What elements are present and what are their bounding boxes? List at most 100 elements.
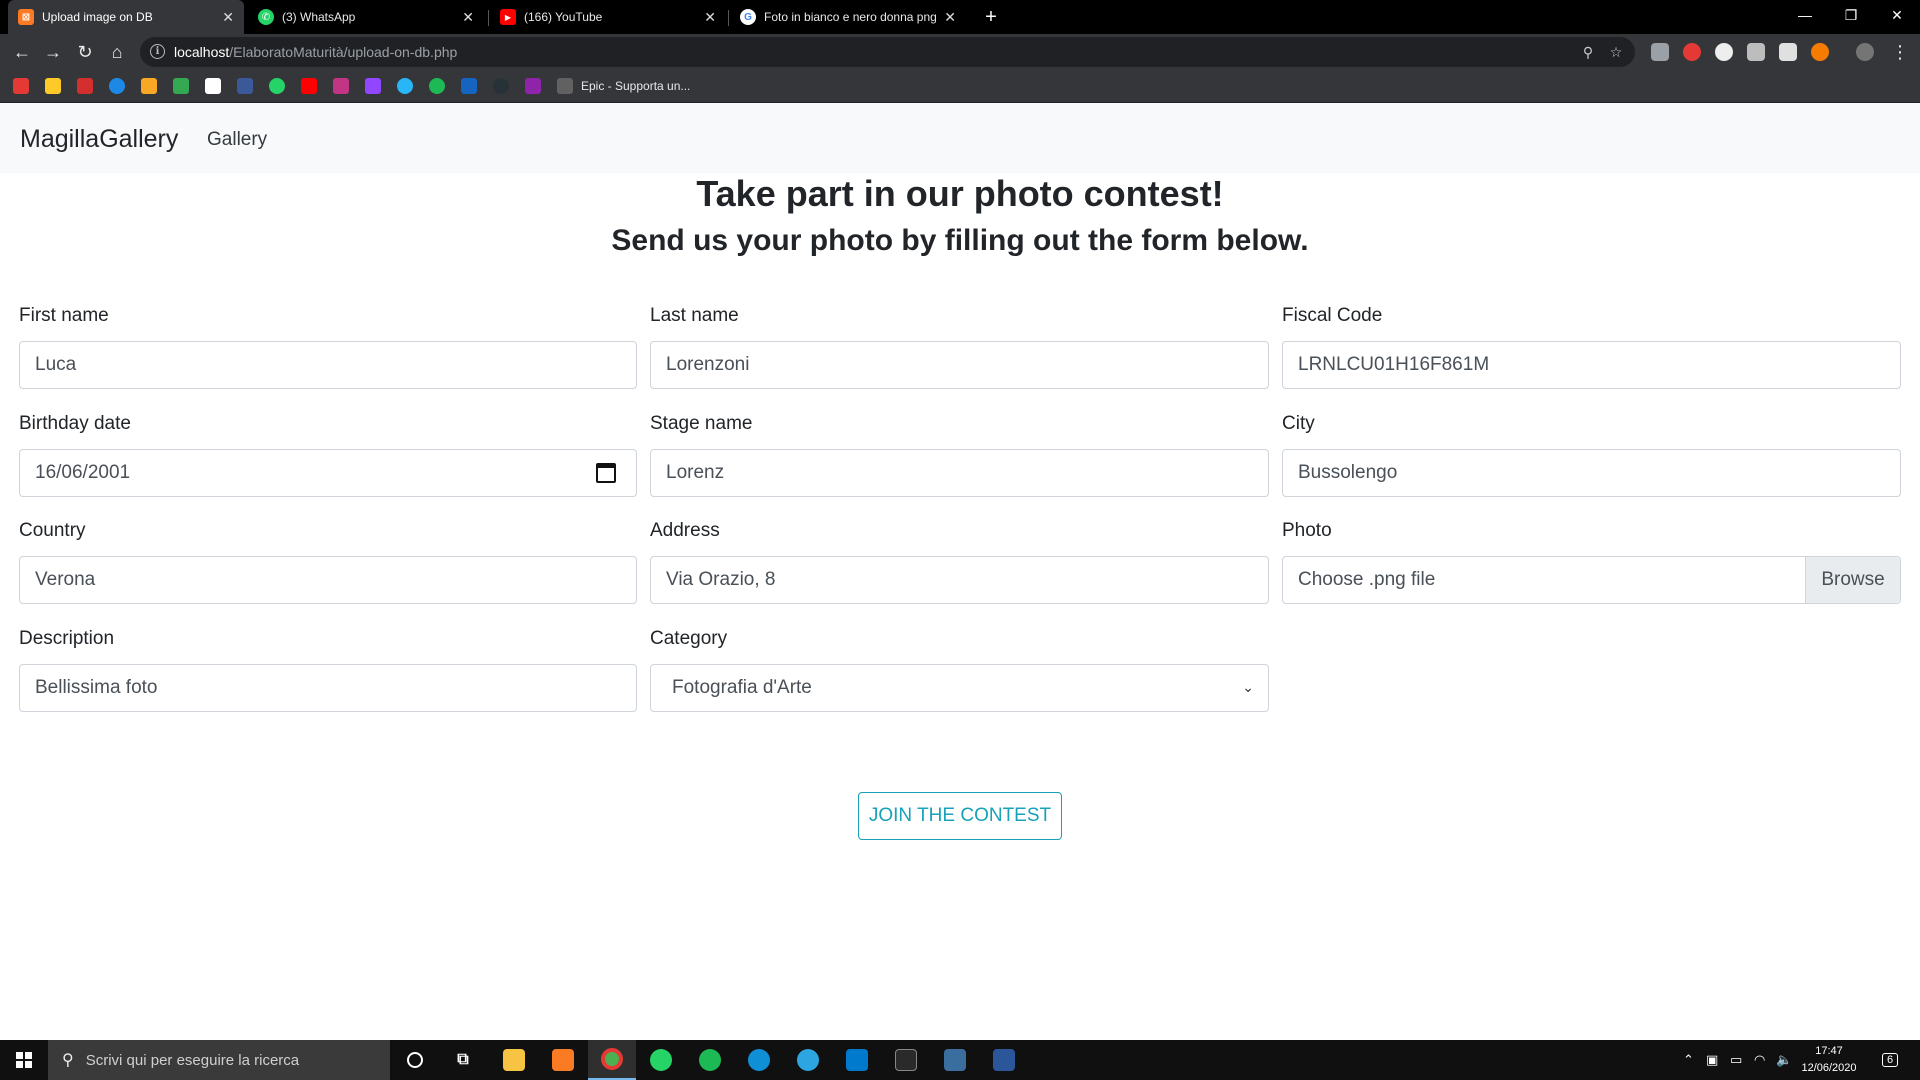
category-value: Fotografia d'Arte — [672, 677, 812, 698]
youtube-icon[interactable] — [301, 78, 317, 94]
bookmark-icon[interactable] — [525, 78, 541, 94]
extension-icon[interactable] — [1811, 43, 1829, 61]
bookmark-icon[interactable] — [109, 78, 125, 94]
description-field[interactable]: Bellissima foto — [19, 664, 637, 712]
page-subtitle: Send us your photo by filling out the fo… — [611, 224, 1309, 257]
file-explorer-icon[interactable] — [490, 1040, 538, 1080]
bookmark-icon[interactable] — [397, 78, 413, 94]
whatsapp-icon: ✆ — [258, 9, 274, 25]
address-bar[interactable]: i localhost/ElaboratoMaturità/upload-on-… — [140, 37, 1635, 67]
address-label: Address — [650, 520, 720, 541]
word-icon[interactable] — [980, 1040, 1028, 1080]
tab-label: Foto in bianco e nero donna png — [764, 10, 937, 24]
close-icon[interactable]: ✕ — [222, 9, 234, 26]
volume-icon[interactable]: 🔈 — [1776, 1052, 1792, 1068]
city-field[interactable]: Bussolengo — [1282, 449, 1901, 497]
spotify-icon[interactable] — [686, 1040, 734, 1080]
info-icon[interactable]: i — [150, 44, 165, 59]
bookmark-epic[interactable]: Epic - Supporta un... — [581, 79, 690, 93]
clock-date: 12/06/2020 — [1801, 1062, 1857, 1074]
bookmark-icon[interactable] — [141, 78, 157, 94]
wifi-icon[interactable]: ◠ — [1754, 1052, 1765, 1068]
search-icon: ⚲ — [62, 1052, 74, 1069]
url-text[interactable]: localhost/ElaboratoMaturità/upload-on-db… — [174, 44, 457, 60]
zoom-icon[interactable]: ⚲ — [1579, 43, 1597, 61]
fiscal-code-label: Fiscal Code — [1282, 305, 1383, 326]
xampp-icon[interactable] — [539, 1040, 587, 1080]
task-view-icon[interactable]: ⧉ — [439, 1040, 487, 1080]
bookmark-icon[interactable] — [461, 78, 477, 94]
close-icon[interactable]: ✕ — [944, 9, 956, 26]
spotify-icon[interactable] — [429, 78, 445, 94]
join-contest-button[interactable]: JOIN THE CONTEST — [858, 792, 1062, 840]
gmail-icon[interactable] — [77, 78, 93, 94]
extension-icon[interactable] — [1779, 43, 1797, 61]
vscode-icon[interactable] — [833, 1040, 881, 1080]
extension-icon[interactable] — [1747, 43, 1765, 61]
bookmark-icon[interactable] — [13, 78, 29, 94]
close-icon[interactable]: ✕ — [704, 9, 716, 26]
edge-icon[interactable] — [735, 1040, 783, 1080]
restore-icon[interactable]: ❐ — [1828, 0, 1874, 30]
nav-link-gallery[interactable]: Gallery — [207, 129, 267, 151]
new-tab-button[interactable]: + — [978, 4, 1004, 30]
extension-icon[interactable] — [1683, 43, 1701, 61]
calendar-icon[interactable] — [596, 463, 616, 483]
browser-tab-bar: ⊠ Upload image on DB ✕ ✆ (3) WhatsApp ✕ … — [0, 0, 1920, 34]
profile-avatar[interactable] — [1856, 43, 1874, 61]
minimize-icon[interactable]: — — [1782, 0, 1828, 30]
twitch-icon[interactable] — [365, 78, 381, 94]
epic-games-icon[interactable] — [557, 78, 573, 94]
forward-icon[interactable]: → — [41, 40, 65, 64]
start-button[interactable] — [0, 1040, 48, 1080]
instagram-icon[interactable] — [333, 78, 349, 94]
amazon-icon[interactable] — [205, 78, 221, 94]
bookmark-icon[interactable] — [45, 78, 61, 94]
address-field[interactable]: Via Orazio, 8 — [650, 556, 1269, 604]
last-name-field[interactable]: Lorenzoni — [650, 341, 1269, 389]
photo-file-input[interactable]: Choose .png file Browse — [1282, 556, 1901, 604]
bookmark-icon[interactable] — [493, 78, 509, 94]
window-close-icon[interactable]: ✕ — [1874, 0, 1920, 30]
google-icon: G — [740, 9, 756, 25]
site-brand[interactable]: MagillaGallery — [20, 125, 178, 154]
mysql-workbench-icon[interactable] — [931, 1040, 979, 1080]
telegram-icon[interactable] — [784, 1040, 832, 1080]
tab-google-images[interactable]: G Foto in bianco e nero donna png ✕ — [730, 0, 966, 34]
category-select[interactable]: Fotografia d'Arte ⌄ — [650, 664, 1269, 712]
tab-youtube[interactable]: ▶ (166) YouTube ✕ — [490, 0, 726, 34]
first-name-field[interactable]: Luca — [19, 341, 637, 389]
notification-center-icon[interactable]: 6 — [1878, 1048, 1902, 1072]
chrome-icon[interactable] — [588, 1040, 636, 1080]
tray-app-icon[interactable]: ▣ — [1706, 1052, 1718, 1068]
back-icon[interactable]: ← — [10, 40, 34, 64]
taskbar-search[interactable]: ⚲ Scrivi qui per eseguire la ricerca — [48, 1040, 390, 1080]
epic-games-icon[interactable] — [882, 1040, 930, 1080]
fiscal-code-field[interactable]: LRNLCU01H16F861M — [1282, 341, 1901, 389]
bookmark-star-icon[interactable]: ☆ — [1607, 43, 1625, 61]
close-icon[interactable]: ✕ — [462, 9, 474, 26]
tab-whatsapp[interactable]: ✆ (3) WhatsApp ✕ — [248, 0, 484, 34]
extension-icon[interactable] — [1715, 43, 1733, 61]
taskbar-clock[interactable]: 17:47 12/06/2020 — [1794, 1043, 1864, 1077]
menu-icon[interactable]: ⋮ — [1888, 40, 1912, 64]
cortana-icon[interactable] — [391, 1040, 439, 1080]
google-drive-icon[interactable] — [173, 78, 189, 94]
site-navbar: MagillaGallery Gallery — [0, 103, 1920, 173]
chevron-up-icon[interactable]: ⌃ — [1683, 1052, 1694, 1068]
whatsapp-icon[interactable] — [637, 1040, 685, 1080]
extension-icon[interactable] — [1651, 43, 1669, 61]
whatsapp-icon[interactable] — [269, 78, 285, 94]
country-field[interactable]: Verona — [19, 556, 637, 604]
bookmarks-bar: Epic - Supporta un... — [0, 70, 1920, 103]
chevron-down-icon: ⌄ — [1242, 679, 1254, 695]
battery-icon[interactable]: ▭ — [1730, 1052, 1742, 1068]
browse-button[interactable]: Browse — [1805, 557, 1900, 603]
home-icon[interactable]: ⌂ — [105, 40, 129, 64]
birthday-date-field[interactable]: 16/06/2001 — [19, 449, 637, 497]
stage-name-field[interactable]: Lorenz — [650, 449, 1269, 497]
tab-upload-image[interactable]: ⊠ Upload image on DB ✕ — [8, 0, 244, 34]
reload-icon[interactable]: ↻ — [73, 40, 97, 64]
facebook-icon[interactable] — [237, 78, 253, 94]
windows-taskbar: ⚲ Scrivi qui per eseguire la ricerca ⧉ ⌃… — [0, 1040, 1920, 1080]
